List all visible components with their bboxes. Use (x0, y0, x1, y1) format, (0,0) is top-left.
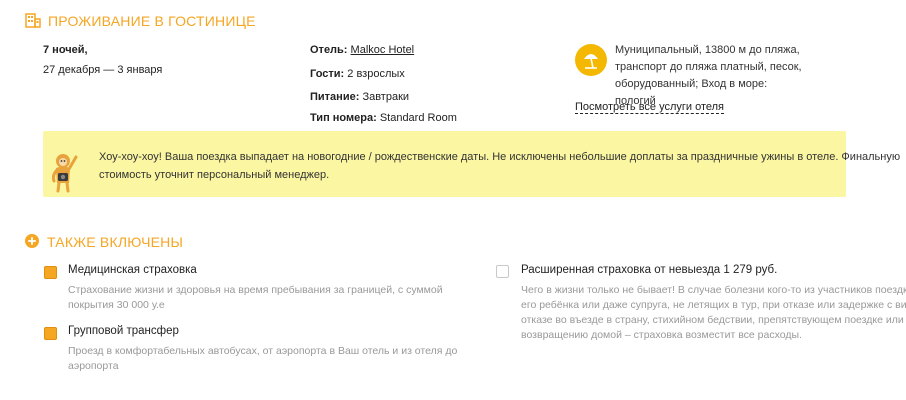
room-row: Тип номера: Standard Room (310, 107, 457, 129)
nights-count: 7 ночей, (43, 44, 88, 56)
meals-label: Питание: (310, 91, 360, 103)
room-value: Standard Room (379, 112, 457, 124)
meals-row: Питание: Завтраки (310, 86, 409, 108)
hotel-icon (25, 13, 41, 28)
beach-umbrella-icon (575, 44, 607, 76)
desc-line: Страхование жизни и здоровья на время пр… (68, 284, 443, 296)
monkey-mascot-icon (51, 154, 78, 193)
hotel-row: Отель: Malkoc Hotel (310, 39, 414, 61)
holiday-notice: Хоу-хоу-хоу! Ваша поездка выпадает на но… (43, 131, 901, 197)
room-label: Тип номера: (310, 112, 377, 124)
cancellation-insurance-desc: Чего в жизни только не бывает! В случае … (521, 283, 906, 343)
hotel-name-link[interactable]: Malkoc Hotel (351, 44, 415, 56)
group-transfer-title: Групповой трансфер (68, 325, 179, 337)
medical-insurance-checkbox[interactable] (44, 266, 57, 279)
guests-value: 2 взрослых (347, 68, 405, 80)
group-transfer-checkbox[interactable] (44, 327, 57, 340)
desc-line: Проезд в комфортабельных автобусах, от а… (68, 345, 458, 357)
desc-line: его ребёнка или даже супруга, не летящих… (521, 299, 906, 311)
desc-line: аэропорта (68, 360, 119, 372)
notice-line: Хоу-хоу-хоу! Ваша поездка выпадает на но… (99, 151, 901, 163)
beach-info: Муниципальный, 13800 м до пляжа, транспо… (615, 42, 805, 110)
cancellation-insurance-title: Расширенная страховка от невыезда 1 279 … (521, 264, 778, 276)
meals-value: Завтраки (362, 91, 410, 103)
plus-circle-icon (25, 234, 39, 248)
section-title-included: ТАКЖЕ ВКЛЮЧЕНЫ (47, 234, 184, 250)
beach-info-line: Муниципальный, 13800 м до пляжа, (615, 44, 800, 56)
desc-line: Чего в жизни только не бывает! В случае … (521, 284, 906, 296)
notice-text: Хоу-хоу-хоу! Ваша поездка выпадает на но… (99, 148, 901, 184)
desc-line: покрытия 30 000 у.е (68, 299, 165, 311)
hotel-label: Отель: (310, 44, 348, 56)
guests-row: Гости: 2 взрослых (310, 63, 405, 85)
trip-dates: 27 декабря — 3 января (43, 64, 163, 76)
beach-info-line: транспорт до пляжа платный, песок, (615, 61, 802, 73)
all-services-link[interactable]: Посмотреть все услуги отеля (575, 101, 725, 114)
cancellation-insurance-checkbox[interactable] (496, 265, 509, 278)
desc-line: возвращению домой – страховка возместит … (521, 329, 802, 341)
desc-line: отказе во въезде в страну, стихийном бед… (521, 314, 904, 326)
notice-line: стоимость уточнит персональный менеджер. (99, 169, 330, 181)
group-transfer-desc: Проезд в комфортабельных автобусах, от а… (68, 344, 458, 374)
medical-insurance-title: Медицинская страховка (68, 264, 197, 276)
section-title-hotel: ПРОЖИВАНИЕ В ГОСТИНИЦЕ (48, 13, 256, 29)
guests-label: Гости: (310, 68, 345, 80)
medical-insurance-desc: Страхование жизни и здоровья на время пр… (68, 283, 443, 313)
